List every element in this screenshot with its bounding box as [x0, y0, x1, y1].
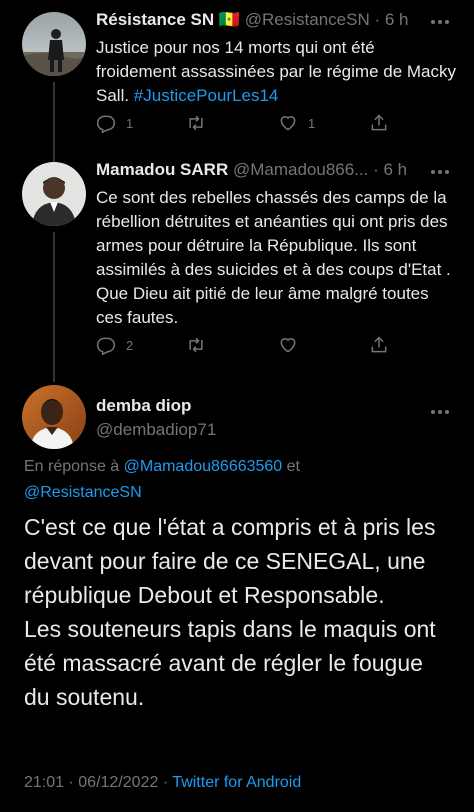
display-name[interactable]: demba diop [96, 396, 191, 415]
separator: · [68, 774, 74, 791]
handle[interactable]: @ResistanceSN [245, 10, 370, 29]
separator: · [374, 10, 381, 29]
flag-icon: 🇸🇳 [218, 10, 241, 29]
like-button[interactable]: 1 [278, 113, 315, 133]
action-bar: 1 1 [96, 113, 396, 135]
tweet-header: demba diop [96, 396, 191, 416]
timestamp[interactable]: 6 h [385, 10, 409, 29]
display-name[interactable]: Mamadou SARR [96, 160, 228, 179]
tweet-resistance-sn[interactable]: Résistance SN 🇸🇳 @ResistanceSN · 6 h Jus… [0, 0, 474, 150]
handle[interactable]: @dembadiop71 [96, 420, 216, 439]
mention-link[interactable]: @ResistanceSN [24, 484, 142, 501]
retweet-button[interactable] [186, 335, 206, 355]
avatar[interactable] [22, 385, 86, 449]
retweet-icon [189, 337, 203, 353]
separator: · [373, 160, 379, 179]
tweet-time[interactable]: 21:01 [24, 774, 64, 791]
more-icon[interactable] [430, 162, 450, 178]
more-icon[interactable] [430, 12, 450, 28]
like-count: 1 [308, 115, 316, 131]
share-icon [371, 114, 387, 131]
handle[interactable]: @Mamadou866... [233, 160, 368, 179]
avatar[interactable] [22, 162, 86, 226]
reply-button[interactable]: 1 [96, 113, 133, 133]
reply-icon [96, 337, 116, 355]
share-icon [371, 336, 387, 353]
retweet-button[interactable] [186, 113, 206, 133]
reply-prefix: En réponse à [24, 458, 124, 475]
heart-icon [280, 338, 296, 353]
separator: · [162, 774, 169, 791]
tweet-handle-row: @dembadiop71 [96, 420, 216, 440]
retweet-icon [189, 115, 203, 131]
tweet-text: Justice pour nos 14 morts qui ont été fr… [96, 36, 456, 108]
avatar[interactable] [22, 12, 86, 76]
display-name[interactable]: Résistance SN [96, 10, 214, 29]
tweet-date[interactable]: 06/12/2022 [78, 774, 158, 791]
main-tweet-text: C'est ce que l'état a compris et à pris … [24, 514, 436, 710]
reply-context: En réponse à @Mamadou86663560 et @Resist… [24, 454, 454, 506]
tweet-mamadou-sarr[interactable]: Mamadou SARR @Mamadou866... · 6 h Ce son… [0, 150, 474, 382]
share-button[interactable] [369, 113, 389, 133]
tweet-text: Ce sont des rebelles chassés des camps d… [96, 188, 451, 327]
tweet-header: Résistance SN 🇸🇳 @ResistanceSN · 6 h [96, 10, 409, 30]
action-bar: 2 [96, 335, 396, 357]
share-button[interactable] [369, 335, 389, 355]
reply-icon [96, 115, 116, 133]
hashtag-link[interactable]: #JusticePourLes14 [134, 86, 279, 105]
reply-count: 2 [126, 337, 134, 353]
tweet-header: Mamadou SARR @Mamadou866... · 6 h [96, 160, 407, 180]
reply-button[interactable]: 2 [96, 335, 133, 355]
like-button[interactable] [278, 335, 298, 355]
tweet-metadata: 21:01 · 06/12/2022 · Twitter for Android [24, 774, 301, 792]
more-icon[interactable] [430, 402, 450, 418]
timestamp[interactable]: 6 h [384, 160, 408, 179]
source-link[interactable]: Twitter for Android [172, 774, 301, 791]
reply-and: et [282, 458, 300, 475]
reply-count: 1 [126, 115, 134, 131]
mention-link[interactable]: @Mamadou86663560 [124, 458, 283, 475]
heart-icon [280, 116, 296, 131]
